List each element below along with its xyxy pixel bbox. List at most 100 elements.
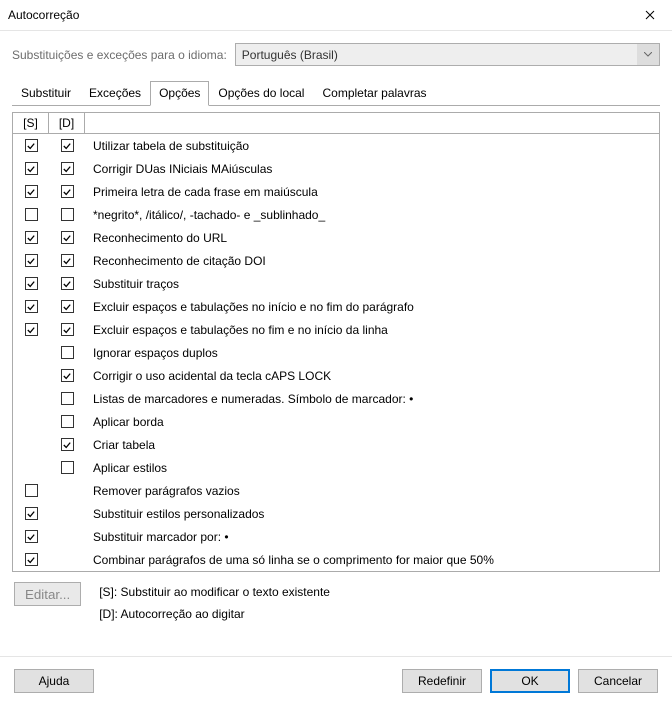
close-button[interactable]	[627, 0, 672, 30]
language-select[interactable]: Português (Brasil)	[235, 43, 660, 66]
option-row: *negrito*, /itálico/, -tachado- e _subli…	[13, 203, 659, 226]
cell-s	[13, 231, 49, 244]
cell-d	[49, 277, 85, 290]
option-label[interactable]: Aplicar borda	[85, 415, 659, 429]
cell-d	[49, 369, 85, 382]
tab-completar[interactable]: Completar palavras	[313, 81, 435, 106]
legend-s: [S]: Substituir ao modificar o texto exi…	[99, 582, 330, 602]
legend-d: [D]: Autocorreção ao digitar	[99, 604, 330, 624]
option-row: Corrigir o uso acidental da tecla cAPS L…	[13, 364, 659, 387]
checkbox-d[interactable]	[61, 369, 74, 382]
cell-s	[13, 530, 49, 543]
grid-body: Utilizar tabela de substituição Corrigir …	[12, 134, 660, 572]
checkbox-s[interactable]	[25, 484, 38, 497]
redefinir-button[interactable]: Redefinir	[402, 669, 482, 693]
editar-button[interactable]: Editar...	[14, 582, 81, 606]
cell-s	[13, 139, 49, 152]
checkbox-d[interactable]	[61, 254, 74, 267]
option-row: Substituir marcador por: •	[13, 525, 659, 548]
cell-s	[13, 300, 49, 313]
checkbox-d[interactable]	[61, 346, 74, 359]
checkbox-d[interactable]	[61, 415, 74, 428]
checkbox-s[interactable]	[25, 139, 38, 152]
option-label[interactable]: Substituir traços	[85, 277, 659, 291]
option-row: Criar tabela	[13, 433, 659, 456]
cell-d	[49, 392, 85, 405]
window-title: Autocorreção	[8, 8, 627, 22]
language-label: Substituições e exceções para o idioma:	[12, 48, 227, 62]
footer: Ajuda Redefinir OK Cancelar	[0, 656, 672, 707]
tab-opcoes-local[interactable]: Opções do local	[209, 81, 313, 106]
option-label[interactable]: Remover parágrafos vazios	[85, 484, 659, 498]
checkbox-d[interactable]	[61, 231, 74, 244]
option-label[interactable]: Ignorar espaços duplos	[85, 346, 659, 360]
ok-button[interactable]: OK	[490, 669, 570, 693]
header-desc	[85, 113, 659, 133]
cell-d	[49, 415, 85, 428]
header-s[interactable]: [S]	[13, 113, 49, 133]
cell-d	[49, 346, 85, 359]
option-label[interactable]: Excluir espaços e tabulações no fim e no…	[85, 323, 659, 337]
checkbox-s[interactable]	[25, 162, 38, 175]
option-row: Primeira letra de cada frase em maiúscul…	[13, 180, 659, 203]
cell-d	[49, 438, 85, 451]
option-label[interactable]: Corrigir DUas INiciais MAiúsculas	[85, 162, 659, 176]
cell-s	[13, 208, 49, 221]
checkbox-d[interactable]	[61, 185, 74, 198]
tab-bar: Substituir Exceções Opções Opções do loc…	[12, 80, 660, 106]
option-label[interactable]: Substituir marcador por: •	[85, 530, 659, 544]
checkbox-d[interactable]	[61, 277, 74, 290]
checkbox-d[interactable]	[61, 300, 74, 313]
option-label[interactable]: Excluir espaços e tabulações no início e…	[85, 300, 659, 314]
option-row: Excluir espaços e tabulações no início e…	[13, 295, 659, 318]
checkbox-d[interactable]	[61, 323, 74, 336]
option-row: Aplicar borda	[13, 410, 659, 433]
checkbox-d[interactable]	[61, 438, 74, 451]
option-label[interactable]: Reconhecimento do URL	[85, 231, 659, 245]
cell-d	[49, 208, 85, 221]
checkbox-s[interactable]	[25, 323, 38, 336]
cell-s	[13, 484, 49, 497]
option-label[interactable]: Substituir estilos personalizados	[85, 507, 659, 521]
checkbox-s[interactable]	[25, 507, 38, 520]
cell-s	[13, 277, 49, 290]
option-label[interactable]: Listas de marcadores e numeradas. Símbol…	[85, 392, 659, 406]
checkbox-d[interactable]	[61, 162, 74, 175]
checkbox-d[interactable]	[61, 461, 74, 474]
option-row: Ignorar espaços duplos	[13, 341, 659, 364]
option-row: Listas de marcadores e numeradas. Símbol…	[13, 387, 659, 410]
checkbox-d[interactable]	[61, 392, 74, 405]
tab-opcoes[interactable]: Opções	[150, 81, 209, 106]
language-value: Português (Brasil)	[242, 48, 338, 62]
checkbox-s[interactable]	[25, 208, 38, 221]
option-label[interactable]: Primeira letra de cada frase em maiúscul…	[85, 185, 659, 199]
cancelar-button[interactable]: Cancelar	[578, 669, 658, 693]
checkbox-s[interactable]	[25, 300, 38, 313]
chevron-down-icon	[637, 44, 659, 65]
grid-header: [S] [D]	[12, 112, 660, 134]
checkbox-d[interactable]	[61, 208, 74, 221]
option-label[interactable]: Criar tabela	[85, 438, 659, 452]
checkbox-s[interactable]	[25, 254, 38, 267]
checkbox-s[interactable]	[25, 277, 38, 290]
option-label[interactable]: Reconhecimento de citação DOI	[85, 254, 659, 268]
cell-s	[13, 323, 49, 336]
option-label[interactable]: *negrito*, /itálico/, -tachado- e _subli…	[85, 208, 659, 222]
tab-excecoes[interactable]: Exceções	[80, 81, 150, 106]
ajuda-button[interactable]: Ajuda	[14, 669, 94, 693]
option-row: Excluir espaços e tabulações no fim e no…	[13, 318, 659, 341]
checkbox-s[interactable]	[25, 530, 38, 543]
checkbox-d[interactable]	[61, 139, 74, 152]
option-label[interactable]: Utilizar tabela de substituição	[85, 139, 659, 153]
option-label[interactable]: Corrigir o uso acidental da tecla cAPS L…	[85, 369, 659, 383]
checkbox-s[interactable]	[25, 553, 38, 566]
cell-d	[49, 185, 85, 198]
option-label[interactable]: Aplicar estilos	[85, 461, 659, 475]
cell-d	[49, 231, 85, 244]
header-d[interactable]: [D]	[49, 113, 85, 133]
cell-d	[49, 300, 85, 313]
checkbox-s[interactable]	[25, 185, 38, 198]
checkbox-s[interactable]	[25, 231, 38, 244]
tab-substituir[interactable]: Substituir	[12, 81, 80, 106]
option-label[interactable]: Combinar parágrafos de uma só linha se o…	[85, 553, 659, 567]
